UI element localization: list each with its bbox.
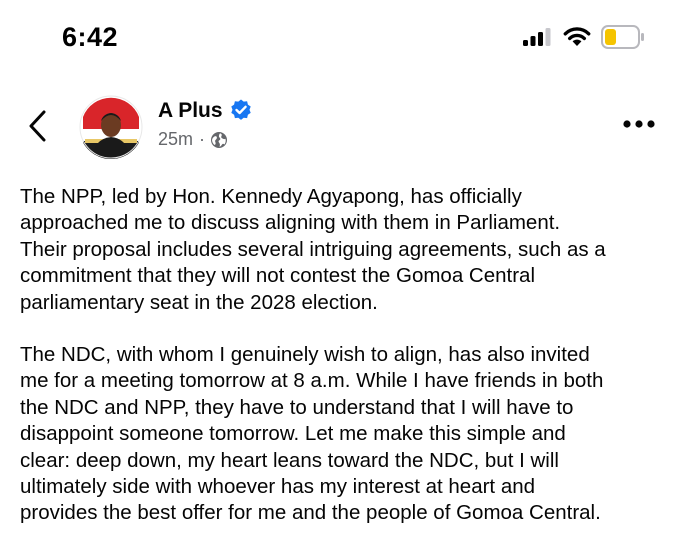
avatar[interactable] — [79, 95, 143, 159]
author-name[interactable]: A Plus — [158, 99, 223, 123]
post-header: A Plus 25m · — [0, 88, 680, 168]
post-meta: 25m · — [158, 129, 228, 150]
more-options-icon[interactable] — [622, 119, 656, 129]
post-paragraph: The NDC, with whom I genuinely wish to a… — [20, 343, 604, 525]
post-paragraph: The NPP, led by Hon. Kennedy Agyapong, h… — [20, 185, 606, 314]
post-time[interactable]: 25m — [158, 129, 193, 150]
avatar-image — [79, 95, 143, 159]
globe-icon — [211, 131, 228, 148]
verified-badge-icon — [231, 99, 251, 120]
cellular-signal-icon — [523, 28, 551, 46]
battery-low-icon — [601, 25, 644, 49]
wifi-icon — [563, 27, 591, 46]
meta-separator: · — [199, 129, 206, 149]
back-chevron-icon[interactable] — [24, 108, 52, 144]
status-time: 6:42 — [62, 22, 119, 52]
post-body: The NPP, led by Hon. Kennedy Agyapong, h… — [20, 184, 670, 527]
status-bar: 6:42 — [0, 0, 680, 74]
